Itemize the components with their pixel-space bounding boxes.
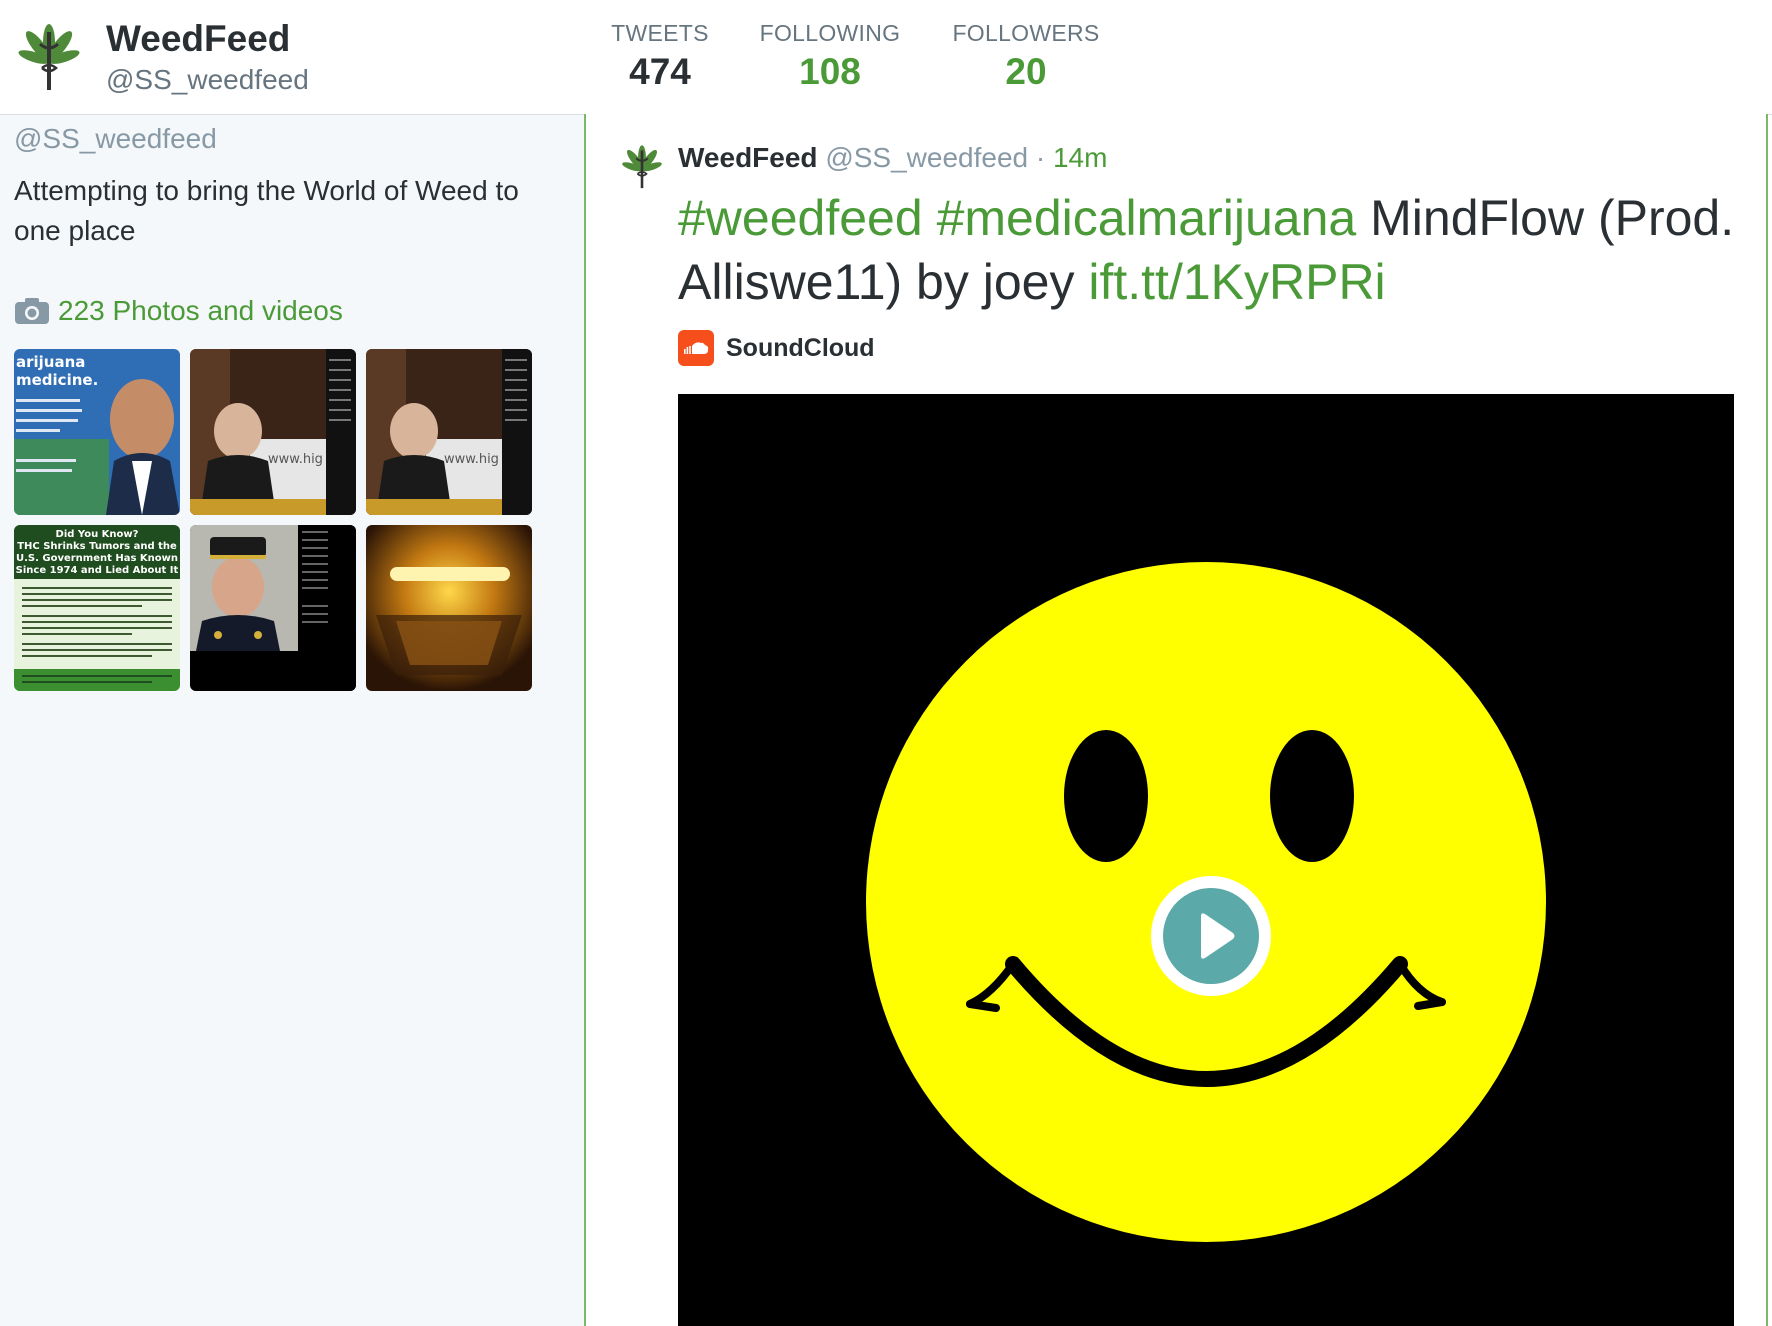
profile-handle: @SS_weedfeed <box>106 64 309 95</box>
card-source[interactable]: SoundCloud <box>678 330 875 366</box>
thumb-glowing-light[interactable] <box>366 525 532 691</box>
thumb-text: Since 1974 and Lied About It <box>16 565 179 576</box>
thumb-text: www.hig <box>268 452 323 467</box>
tweet-avatar[interactable] <box>618 144 666 192</box>
profile-sidebar: @SS_weedfeed Attempting to bring the Wor… <box>0 115 584 1326</box>
thumb-text: Did You Know? <box>56 529 139 540</box>
thumb-text: www.hig <box>444 452 499 467</box>
play-button[interactable] <box>1151 876 1271 996</box>
thumb-speaker-2[interactable]: www.hig <box>366 349 532 515</box>
stat-label: TWEETS <box>611 20 709 46</box>
thumb-text: U.S. Government Has Known <box>16 553 178 564</box>
profile-name[interactable]: WeedFeed <box>106 18 290 60</box>
stat-following[interactable]: FOLLOWING 108 <box>756 20 904 93</box>
photos-and-videos-label: 223 Photos and videos <box>58 295 343 326</box>
cannabis-leaf-caduceus-icon <box>18 24 80 90</box>
thumb-speaker-1[interactable]: www.hig <box>190 349 356 515</box>
hashtag-weedfeed-link[interactable]: #weedfeed <box>678 190 923 246</box>
stat-label: FOLLOWING <box>759 20 901 46</box>
smiley-face-artwork <box>866 562 1546 1242</box>
tweet-header: WeedFeed @SS_weedfeed · 14m <box>678 142 1107 174</box>
tweet-author-handle[interactable]: @SS_weedfeed <box>825 142 1028 173</box>
thumb-police-chief[interactable] <box>190 525 356 691</box>
timeline: WeedFeed @SS_weedfeed · 14m #weedfeed #m… <box>584 114 1768 1326</box>
soundcloud-label: SoundCloud <box>726 333 875 362</box>
camera-icon <box>14 297 50 325</box>
thumb-text: THC Shrinks Tumors and the <box>17 541 177 552</box>
stat-value: 474 <box>629 51 691 92</box>
stat-tweets[interactable]: TWEETS 474 <box>584 20 736 120</box>
stat-followers[interactable]: FOLLOWERS 20 <box>948 20 1104 93</box>
tweet-separator: · <box>1035 142 1046 173</box>
thumb-marijuana-medicine[interactable]: arijuana medicine. <box>14 349 180 515</box>
tweet-url-link[interactable]: ift.tt/1KyRPRi <box>1088 254 1385 310</box>
thumb-thc-tumors[interactable]: Did You Know? THC Shrinks Tumors and the… <box>14 525 180 691</box>
stat-value: 108 <box>799 51 861 92</box>
tweet-timestamp[interactable]: 14m <box>1053 142 1107 173</box>
stat-label: FOLLOWERS <box>952 20 1100 46</box>
avatar[interactable] <box>12 22 86 96</box>
thumb-text: arijuana <box>16 353 85 371</box>
play-icon <box>1201 913 1235 959</box>
profile-header: WeedFeed @SS_weedfeed TWEETS 474 FOLLOWI… <box>0 0 1772 120</box>
tweet-author-name[interactable]: WeedFeed <box>678 142 818 173</box>
media-thumbnail-grid: arijuana medicine. www.hig www.hig Did Y… <box>14 349 548 691</box>
hashtag-medicalmarijuana-link[interactable]: #medicalmarijuana <box>937 190 1357 246</box>
tweet-text: #weedfeed #medicalmarijuana MindFlow (Pr… <box>678 186 1738 314</box>
sidebar-handle[interactable]: @SS_weedfeed <box>14 123 217 155</box>
photos-and-videos-link[interactable]: 223 Photos and videos <box>14 293 343 329</box>
profile-bio: Attempting to bring the World of Weed to… <box>14 175 519 246</box>
soundcloud-icon <box>678 330 714 366</box>
stat-value: 20 <box>1005 51 1047 92</box>
cannabis-leaf-caduceus-icon <box>622 145 662 189</box>
thumb-text: medicine. <box>16 371 98 389</box>
soundcloud-player[interactable] <box>678 394 1734 1326</box>
